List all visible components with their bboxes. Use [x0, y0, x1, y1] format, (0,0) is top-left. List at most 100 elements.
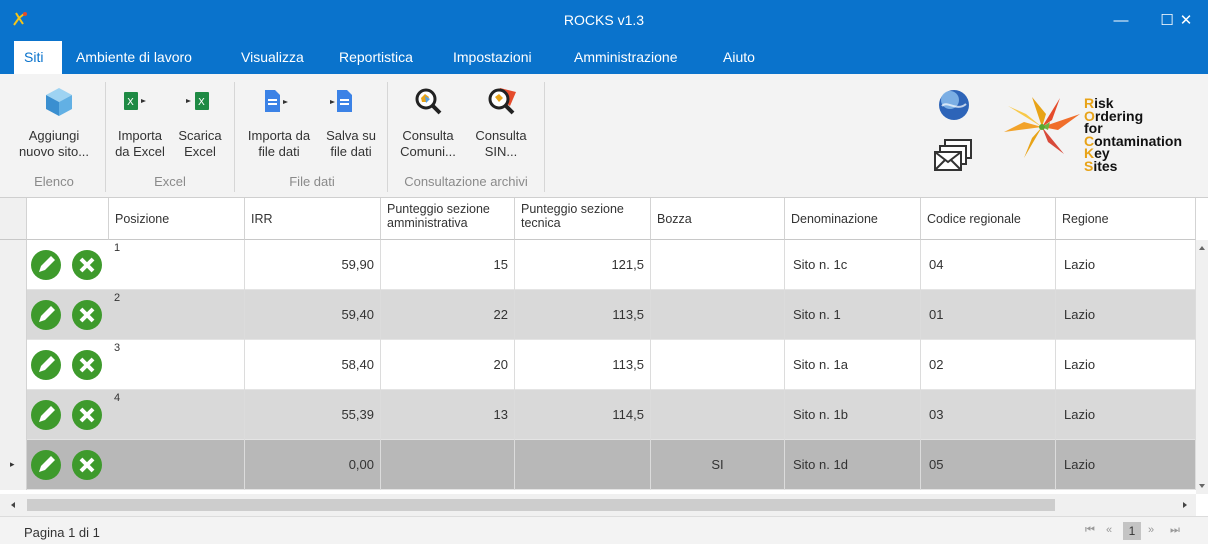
save-file-button[interactable]: Salva su file dati — [320, 128, 382, 160]
add-site-button[interactable]: Aggiungi nuovo sito... — [6, 128, 102, 160]
cell-irr[interactable]: 59,90 — [245, 240, 381, 290]
pager-last-button[interactable]: ⏭ — [1170, 524, 1180, 537]
cell-denominazione[interactable]: Sito n. 1b — [785, 390, 921, 440]
import-file-button[interactable]: Importa da file dati — [240, 128, 318, 160]
cell-punteggio-amministrativa[interactable]: 15 — [381, 240, 515, 290]
cell-bozza[interactable] — [651, 240, 785, 290]
cell-regione[interactable]: Lazio — [1056, 390, 1196, 440]
cell-regione[interactable]: Lazio — [1056, 340, 1196, 390]
delete-button[interactable] — [67, 440, 105, 490]
cell-posizione[interactable]: 3 — [109, 340, 245, 390]
cell-bozza[interactable] — [651, 390, 785, 440]
cell-bozza[interactable]: SI — [651, 440, 785, 490]
download-excel-button[interactable]: Scarica Excel — [172, 128, 228, 160]
edit-button[interactable] — [27, 390, 65, 440]
cell-posizione[interactable]: 2 — [109, 290, 245, 340]
col-header-bozza[interactable]: Bozza — [651, 198, 785, 240]
cell-denominazione[interactable]: Sito n. 1 — [785, 290, 921, 340]
cell-irr[interactable]: 0,00 — [245, 440, 381, 490]
scroll-right-icon[interactable] — [1180, 500, 1190, 510]
horizontal-scroll-thumb[interactable] — [27, 499, 1055, 511]
row-selector[interactable]: ▸ — [0, 440, 27, 490]
edit-button[interactable] — [27, 440, 65, 490]
cell-irr[interactable]: 59,40 — [245, 290, 381, 340]
cell-posizione[interactable] — [109, 440, 245, 490]
cell-posizione[interactable]: 4 — [109, 390, 245, 440]
col-header-punteggio-amministrativa[interactable]: Punteggio sezione amministrativa — [381, 198, 515, 240]
delete-x-icon — [72, 450, 102, 480]
edit-button[interactable] — [27, 340, 65, 390]
table-row[interactable]: 3 58,40 20 113,5 Sito n. 1a 02 Lazio — [0, 340, 1196, 390]
pager-prev-button[interactable]: « — [1106, 524, 1112, 536]
cell-punteggio-amministrativa[interactable] — [381, 440, 515, 490]
col-header-codice-regionale[interactable]: Codice regionale — [921, 198, 1056, 240]
cell-punteggio-tecnica[interactable]: 113,5 — [515, 340, 651, 390]
cell-punteggio-tecnica[interactable]: 121,5 — [515, 240, 651, 290]
ribbon-separator — [234, 82, 235, 192]
col-header-irr[interactable]: IRR — [245, 198, 381, 240]
cell-codice-regionale[interactable]: 02 — [921, 340, 1056, 390]
close-button[interactable]: ✕ — [1164, 0, 1208, 41]
menu-aiuto[interactable]: Aiuto — [723, 41, 755, 74]
pager-next-button[interactable]: » — [1148, 524, 1154, 536]
menu-siti[interactable]: Siti — [14, 41, 62, 74]
delete-button[interactable] — [67, 240, 105, 290]
cell-posizione[interactable]: 1 — [109, 240, 245, 290]
table-row[interactable]: 2 59,40 22 113,5 Sito n. 1 01 Lazio — [0, 290, 1196, 340]
delete-button[interactable] — [67, 340, 105, 390]
col-header-regione[interactable]: Regione — [1056, 198, 1196, 240]
table-row[interactable]: ▸ 0,00 SI Sito n. 1d 05 Lazio — [0, 440, 1196, 490]
import-excel-button[interactable]: Importa da Excel — [110, 128, 170, 160]
scroll-left-icon[interactable] — [8, 500, 18, 510]
menu-visualizza[interactable]: Visualizza — [241, 41, 304, 74]
cell-denominazione[interactable]: Sito n. 1a — [785, 340, 921, 390]
mail-icon[interactable] — [933, 138, 975, 174]
row-selector[interactable] — [0, 340, 27, 390]
delete-button[interactable] — [67, 390, 105, 440]
cell-punteggio-tecnica[interactable]: 113,5 — [515, 290, 651, 340]
cell-bozza[interactable] — [651, 340, 785, 390]
cell-punteggio-amministrativa[interactable]: 13 — [381, 390, 515, 440]
cell-punteggio-amministrativa[interactable]: 22 — [381, 290, 515, 340]
horizontal-scrollbar[interactable] — [0, 494, 1196, 516]
cell-punteggio-tecnica[interactable] — [515, 440, 651, 490]
row-selector-header — [0, 198, 27, 240]
edit-button[interactable] — [27, 240, 65, 290]
col-header-denominazione[interactable]: Denominazione — [785, 198, 921, 240]
menu-impostazioni[interactable]: Impostazioni — [453, 41, 532, 74]
edit-button[interactable] — [27, 290, 65, 340]
row-selector[interactable] — [0, 240, 27, 290]
globe-icon[interactable] — [937, 88, 971, 122]
cell-irr[interactable]: 58,40 — [245, 340, 381, 390]
minimize-button[interactable]: — — [1098, 0, 1144, 41]
cell-regione[interactable]: Lazio — [1056, 290, 1196, 340]
cell-regione[interactable]: Lazio — [1056, 440, 1196, 490]
cell-codice-regionale[interactable]: 05 — [921, 440, 1056, 490]
vertical-scrollbar[interactable] — [1196, 240, 1208, 494]
cell-bozza[interactable] — [651, 290, 785, 340]
pager-current-page[interactable]: 1 — [1123, 522, 1141, 540]
pager-first-button[interactable]: ⏮ — [1085, 524, 1095, 537]
row-selector[interactable] — [0, 290, 27, 340]
cell-punteggio-tecnica[interactable]: 114,5 — [515, 390, 651, 440]
cell-irr[interactable]: 55,39 — [245, 390, 381, 440]
table-row[interactable]: 1 59,90 15 121,5 Sito n. 1c 04 Lazio — [0, 240, 1196, 290]
col-header-punteggio-tecnica[interactable]: Punteggio sezione tecnica — [515, 198, 651, 240]
menu-amministrazione[interactable]: Amministrazione — [574, 41, 677, 74]
cell-denominazione[interactable]: Sito n. 1c — [785, 240, 921, 290]
cell-codice-regionale[interactable]: 03 — [921, 390, 1056, 440]
menu-ambiente-di-lavoro[interactable]: Ambiente di lavoro — [76, 41, 192, 74]
cell-codice-regionale[interactable]: 01 — [921, 290, 1056, 340]
cell-denominazione[interactable]: Sito n. 1d — [785, 440, 921, 490]
menu-reportistica[interactable]: Reportistica — [339, 41, 413, 74]
consult-sin-button[interactable]: Consulta SIN... — [466, 128, 536, 160]
consult-comuni-button[interactable]: Consulta Comuni... — [395, 128, 461, 160]
cell-codice-regionale[interactable]: 04 — [921, 240, 1056, 290]
cell-punteggio-amministrativa[interactable]: 20 — [381, 340, 515, 390]
search-map-icon — [415, 88, 442, 115]
row-selector[interactable] — [0, 390, 27, 440]
delete-button[interactable] — [67, 290, 105, 340]
table-row[interactable]: 4 55,39 13 114,5 Sito n. 1b 03 Lazio — [0, 390, 1196, 440]
cell-regione[interactable]: Lazio — [1056, 240, 1196, 290]
col-header-posizione[interactable]: Posizione — [109, 198, 245, 240]
